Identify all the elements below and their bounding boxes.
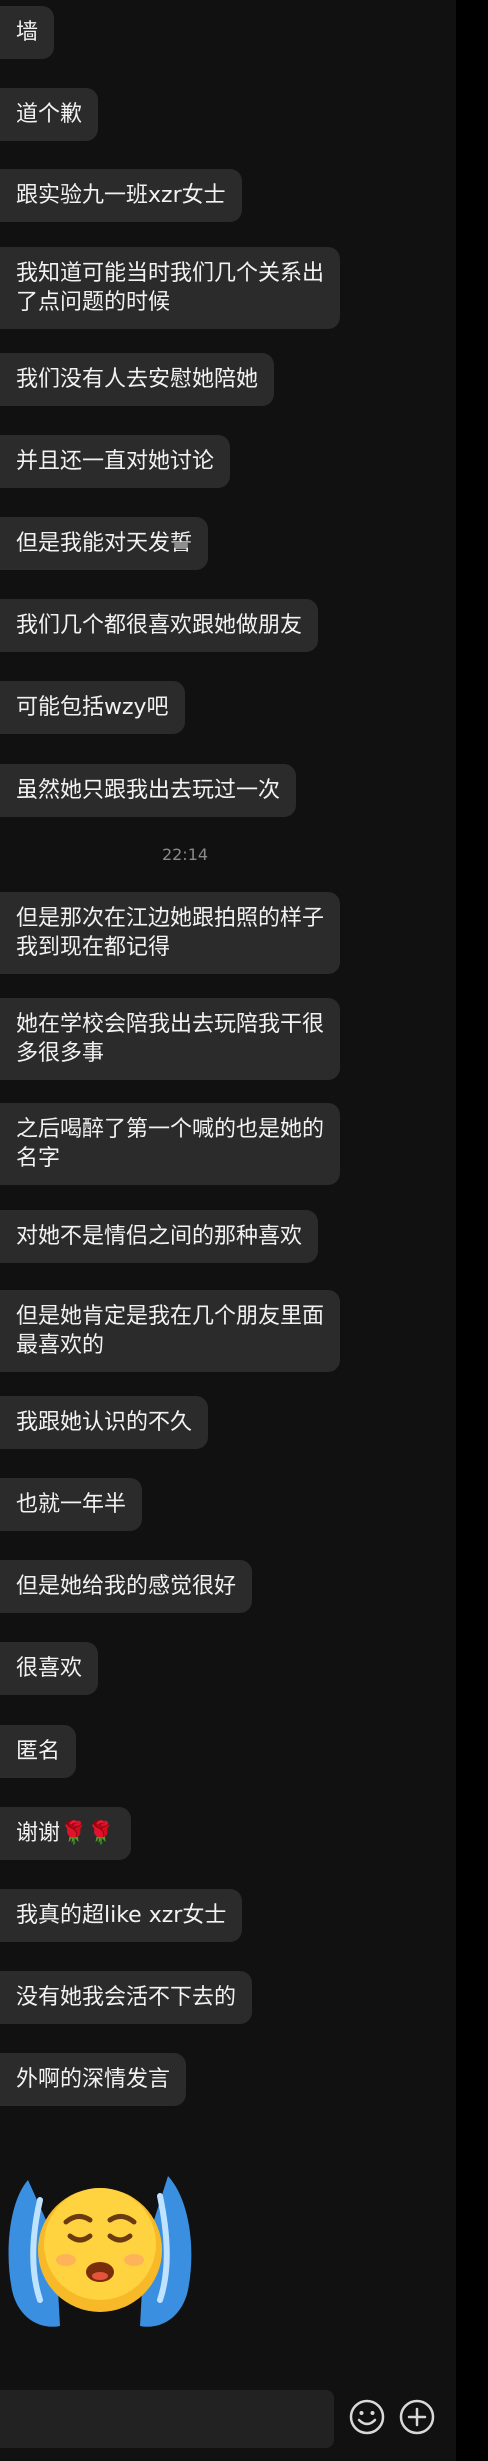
message-bubble[interactable]: 匿名 — [0, 1725, 77, 1778]
smiley-icon[interactable] — [348, 2398, 386, 2436]
message-bubble[interactable]: 我知道可能当时我们几个关系出 了点问题的时候 — [0, 247, 341, 329]
message-bubble[interactable]: 我跟她认识的不久 — [0, 1396, 209, 1449]
message-bubble[interactable]: 道个歉 — [0, 88, 99, 141]
chat-area[interactable]: 墙 道个歉 跟实验九一班xzr女士 我知道可能当时我们几个关系出 了点问题的时候… — [0, 0, 456, 2461]
timestamp: 22:14 — [161, 845, 209, 864]
message-bubble[interactable]: 没有她我会活不下去的 — [0, 1971, 253, 2024]
message-bubble[interactable]: 但是我能对天发誓 — [0, 517, 209, 570]
message-bubble[interactable]: 谢谢🌹🌹 — [0, 1807, 131, 1860]
message-bubble[interactable]: 对她不是情侣之间的那种喜欢 — [0, 1210, 319, 1263]
message-bubble[interactable]: 可能包括wzy吧 — [0, 681, 185, 734]
message-bubble[interactable]: 也就一年半 — [0, 1478, 143, 1531]
message-bubble[interactable]: 但是她肯定是我在几个朋友里面 最喜欢的 — [0, 1290, 341, 1372]
message-bubble[interactable]: 她在学校会陪我出去玩陪我干很 多很多事 — [0, 998, 341, 1080]
plus-icon[interactable] — [398, 2398, 436, 2436]
message-bubble[interactable]: 我真的超like xzr女士 — [0, 1889, 243, 1942]
input-bar — [0, 2380, 456, 2461]
message-bubble[interactable]: 墙 — [0, 6, 55, 59]
message-bubble[interactable]: 之后喝醉了第一个喊的也是她的 名字 — [0, 1103, 341, 1185]
message-input[interactable] — [0, 2390, 334, 2448]
message-bubble[interactable]: 很喜欢 — [0, 1642, 99, 1695]
message-bubble[interactable]: 但是那次在江边她跟拍照的样子 我到现在都记得 — [0, 892, 341, 974]
message-bubble[interactable]: 我们没有人去安慰她陪她 — [0, 353, 275, 406]
message-bubble[interactable]: 并且还一直对她讨论 — [0, 435, 231, 488]
message-bubble[interactable]: 外啊的深情发言 — [0, 2053, 187, 2106]
message-bubble[interactable]: 虽然她只跟我出去玩过一次 — [0, 764, 297, 817]
scrollbar-track[interactable] — [456, 0, 488, 2461]
message-bubble[interactable]: 但是她给我的感觉很好 — [0, 1560, 253, 1613]
message-bubble[interactable]: 我们几个都很喜欢跟她做朋友 — [0, 599, 319, 652]
crying-emoji-sticker-icon[interactable] — [0, 2140, 200, 2340]
message-bubble[interactable]: 跟实验九一班xzr女士 — [0, 169, 242, 222]
